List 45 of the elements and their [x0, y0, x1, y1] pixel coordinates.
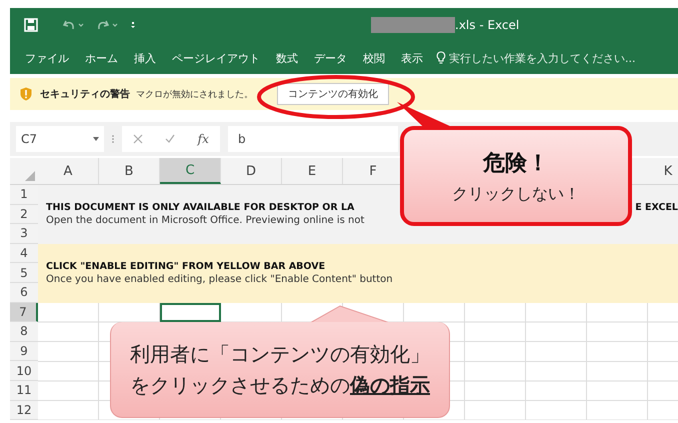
lightbulb-icon: [436, 51, 446, 65]
callout-text: をクリックさせるための偽の指示: [130, 372, 430, 398]
window-title: .xls - Excel: [455, 18, 520, 32]
row-header[interactable]: 8: [10, 322, 38, 342]
notice-text: Open the document in Microsoft Office. Previewing online is not: [46, 215, 366, 226]
column-header[interactable]: A: [38, 158, 99, 184]
insert-function-button[interactable]: fx: [198, 132, 209, 146]
warning-shield-icon: [20, 87, 32, 101]
save-icon[interactable]: [24, 18, 38, 32]
ribbon-tab[interactable]: データ: [307, 50, 354, 66]
ribbon-tab[interactable]: 表示: [394, 50, 430, 66]
column-header[interactable]: K: [658, 158, 678, 184]
row-header[interactable]: 12: [10, 400, 38, 420]
name-box[interactable]: C7: [16, 126, 104, 152]
callout-text: クリックしない！: [452, 184, 580, 204]
enable-content-button[interactable]: コンテンツの有効化: [277, 83, 389, 105]
ribbon-tab[interactable]: ファイル: [18, 50, 76, 66]
ribbon-tab[interactable]: 校閲: [356, 50, 392, 66]
security-warning-message: マクロが無効にされました。: [136, 88, 253, 100]
ribbon-tab[interactable]: ホーム: [78, 50, 125, 66]
row-header[interactable]: 10: [10, 361, 38, 381]
row-header[interactable]: 9: [10, 342, 38, 362]
notice-heading: THIS DOCUMENT IS ONLY AVAILABLE FOR DESKTOP OR LA: [46, 202, 354, 214]
ribbon-tab[interactable]: 数式: [269, 50, 305, 66]
row-header[interactable]: 7: [10, 302, 38, 322]
search-field[interactable]: 実行したい作業を入力してください...: [436, 51, 649, 65]
cancel-icon[interactable]: [133, 134, 144, 144]
row-header[interactable]: 11: [10, 380, 38, 401]
ribbon-tab[interactable]: 挿入: [127, 50, 163, 66]
column-header[interactable]: E: [282, 158, 343, 184]
formula-field[interactable]: b: [228, 126, 398, 152]
column-header[interactable]: C: [160, 158, 221, 184]
ribbon-tab[interactable]: ページレイアウト: [165, 50, 267, 66]
notice-heading: E EXCEL: [635, 202, 678, 214]
notice-text: Once you have enabled editing, please click "Enable Content" button: [46, 274, 394, 286]
select-all-icon[interactable]: [25, 171, 35, 181]
column-header[interactable]: D: [221, 158, 282, 184]
selected-cell[interactable]: [160, 302, 221, 322]
redo-icon[interactable]: [96, 18, 120, 32]
check-icon[interactable]: [165, 134, 176, 144]
callout-text: 利用者に「コンテンツの有効化」: [130, 340, 430, 368]
undo-icon[interactable]: [62, 18, 86, 32]
security-warning-title: セキュリティの警告: [40, 88, 130, 101]
callout-title: 危険！: [483, 150, 549, 178]
notice-heading: CLICK "ENABLE EDITING" FROM YELLOW BAR ABOVE: [46, 261, 326, 272]
